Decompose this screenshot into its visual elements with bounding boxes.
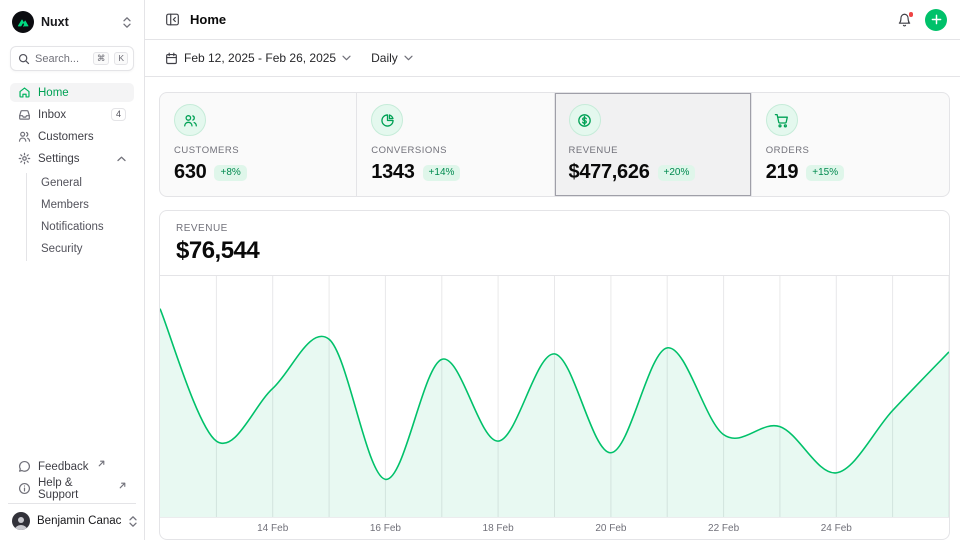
- workspace-name: Nuxt: [41, 15, 115, 29]
- submenu-label: Notifications: [41, 221, 104, 233]
- stat-label: CONVERSIONS: [371, 145, 539, 156]
- search-placeholder: Search...: [35, 53, 88, 65]
- notification-dot: [908, 11, 915, 18]
- x-axis-tick: 16 Feb: [370, 523, 401, 534]
- settings-submenu: General Members Notifications Security: [26, 173, 134, 261]
- sidebar: Nuxt Search... ⌘ K Home: [0, 0, 145, 540]
- page-title: Home: [190, 12, 226, 27]
- sidebar-item-label: Home: [38, 87, 69, 99]
- add-button[interactable]: [925, 9, 947, 31]
- user-name: Benjamin Canac: [37, 515, 121, 527]
- sidebar-item-label: Help & Support: [38, 477, 110, 501]
- sidebar-item-feedback[interactable]: Feedback: [10, 457, 134, 476]
- chart-pie-icon: [380, 113, 395, 128]
- stat-value: 630: [174, 161, 206, 184]
- chevron-down-icon: [342, 55, 351, 61]
- sidebar-item-label: Inbox: [38, 109, 66, 121]
- submenu-label: Security: [41, 243, 83, 255]
- filters-toolbar: Feb 12, 2025 - Feb 26, 2025 Daily: [145, 40, 960, 77]
- stat-value: 219: [766, 161, 798, 184]
- stat-label: ORDERS: [766, 145, 935, 156]
- x-axis-tick: 18 Feb: [483, 523, 514, 534]
- inbox-icon: [18, 108, 31, 121]
- sidebar-item-settings[interactable]: Settings: [10, 149, 134, 168]
- sidebar-item-notifications[interactable]: Notifications: [27, 217, 134, 236]
- search-input[interactable]: Search... ⌘ K: [10, 46, 134, 71]
- x-axis-tick: 22 Feb: [708, 523, 739, 534]
- calendar-icon: [165, 52, 178, 65]
- sidebar-item-label: Feedback: [38, 461, 89, 473]
- avatar: [12, 512, 30, 530]
- page-header: Home: [145, 0, 960, 40]
- chart-metric-label: REVENUE: [176, 223, 933, 234]
- message-bubble-icon: [18, 460, 31, 473]
- nuxt-logo-icon: [12, 11, 34, 33]
- external-link-icon: [98, 460, 105, 467]
- period-select[interactable]: Daily: [371, 51, 413, 65]
- submenu-label: General: [41, 177, 82, 189]
- chevron-up-icon: [117, 156, 126, 162]
- sidebar-footer: Feedback Help & Support Benjamin Canac: [10, 457, 134, 534]
- stat-card-customers[interactable]: CUSTOMERS 630 +8%: [160, 93, 357, 196]
- kbd-meta: ⌘: [93, 52, 110, 66]
- chevron-down-icon: [404, 55, 413, 61]
- inbox-badge: 4: [111, 108, 126, 122]
- x-axis-tick: 14 Feb: [257, 523, 288, 534]
- sidebar-item-customers[interactable]: Customers: [10, 127, 134, 146]
- sidebar-item-home[interactable]: Home: [10, 83, 134, 102]
- date-range-picker[interactable]: Feb 12, 2025 - Feb 26, 2025: [165, 51, 351, 65]
- search-icon: [18, 53, 30, 65]
- sidebar-item-help-support[interactable]: Help & Support: [10, 479, 134, 498]
- stat-card-orders[interactable]: ORDERS 219 +15%: [752, 93, 949, 196]
- user-menu[interactable]: Benjamin Canac: [8, 503, 136, 534]
- stat-label: CUSTOMERS: [174, 145, 342, 156]
- x-axis-tick: 24 Feb: [821, 523, 852, 534]
- date-range-label: Feb 12, 2025 - Feb 26, 2025: [184, 51, 336, 65]
- stat-delta-badge: +14%: [423, 165, 461, 181]
- stat-value: $477,626: [569, 161, 650, 184]
- dashboard-content: CUSTOMERS 630 +8% CONVERSIONS 1343 +14%: [145, 77, 960, 540]
- users-icon: [183, 113, 198, 128]
- stat-value: 1343: [371, 161, 414, 184]
- external-link-icon: [119, 482, 126, 489]
- cart-icon: [774, 113, 789, 128]
- stat-label: REVENUE: [569, 145, 737, 156]
- revenue-chart-card: REVENUE $76,544 14 Feb 16 Feb 18 Feb 20 Feb…: [159, 210, 950, 540]
- stat-delta-badge: +20%: [658, 165, 696, 181]
- sidebar-nav: Home Inbox 4 Customers Settings: [10, 83, 134, 263]
- main-panel: Home Feb 12, 2025 - Feb 26, 2025: [145, 0, 960, 540]
- sidebar-collapse-icon[interactable]: [165, 12, 180, 27]
- stat-card-revenue[interactable]: REVENUE $477,626 +20%: [555, 93, 752, 196]
- sidebar-item-label: Settings: [38, 153, 80, 165]
- home-icon: [18, 86, 31, 99]
- info-circle-icon: [18, 482, 31, 495]
- sidebar-item-inbox[interactable]: Inbox 4: [10, 105, 134, 124]
- chart-metric-value: $76,544: [176, 237, 933, 265]
- sidebar-item-security[interactable]: Security: [27, 239, 134, 258]
- chart-x-axis: 14 Feb 16 Feb 18 Feb 20 Feb 22 Feb 24 Feb: [160, 518, 949, 539]
- stat-delta-badge: +15%: [806, 165, 844, 181]
- sidebar-item-label: Customers: [38, 131, 94, 143]
- revenue-area-chart[interactable]: [160, 276, 949, 518]
- period-label: Daily: [371, 51, 398, 65]
- sidebar-item-general[interactable]: General: [27, 173, 134, 192]
- chart-header: REVENUE $76,544: [160, 211, 949, 276]
- chevron-up-down-icon: [122, 16, 132, 29]
- stat-card-conversions[interactable]: CONVERSIONS 1343 +14%: [357, 93, 554, 196]
- stats-row: CUSTOMERS 630 +8% CONVERSIONS 1343 +14%: [159, 92, 950, 197]
- x-axis-tick: 20 Feb: [595, 523, 626, 534]
- users-icon: [18, 130, 31, 143]
- gear-icon: [18, 152, 31, 165]
- workspace-selector[interactable]: Nuxt: [10, 10, 134, 34]
- dollar-circle-icon: [577, 113, 592, 128]
- submenu-label: Members: [41, 199, 89, 211]
- kbd-k: K: [114, 52, 128, 66]
- chevron-up-down-icon: [128, 515, 138, 528]
- app-window: Nuxt Search... ⌘ K Home: [0, 0, 960, 540]
- stat-delta-badge: +8%: [214, 165, 246, 181]
- sidebar-item-members[interactable]: Members: [27, 195, 134, 214]
- notifications-bell-icon[interactable]: [897, 12, 912, 27]
